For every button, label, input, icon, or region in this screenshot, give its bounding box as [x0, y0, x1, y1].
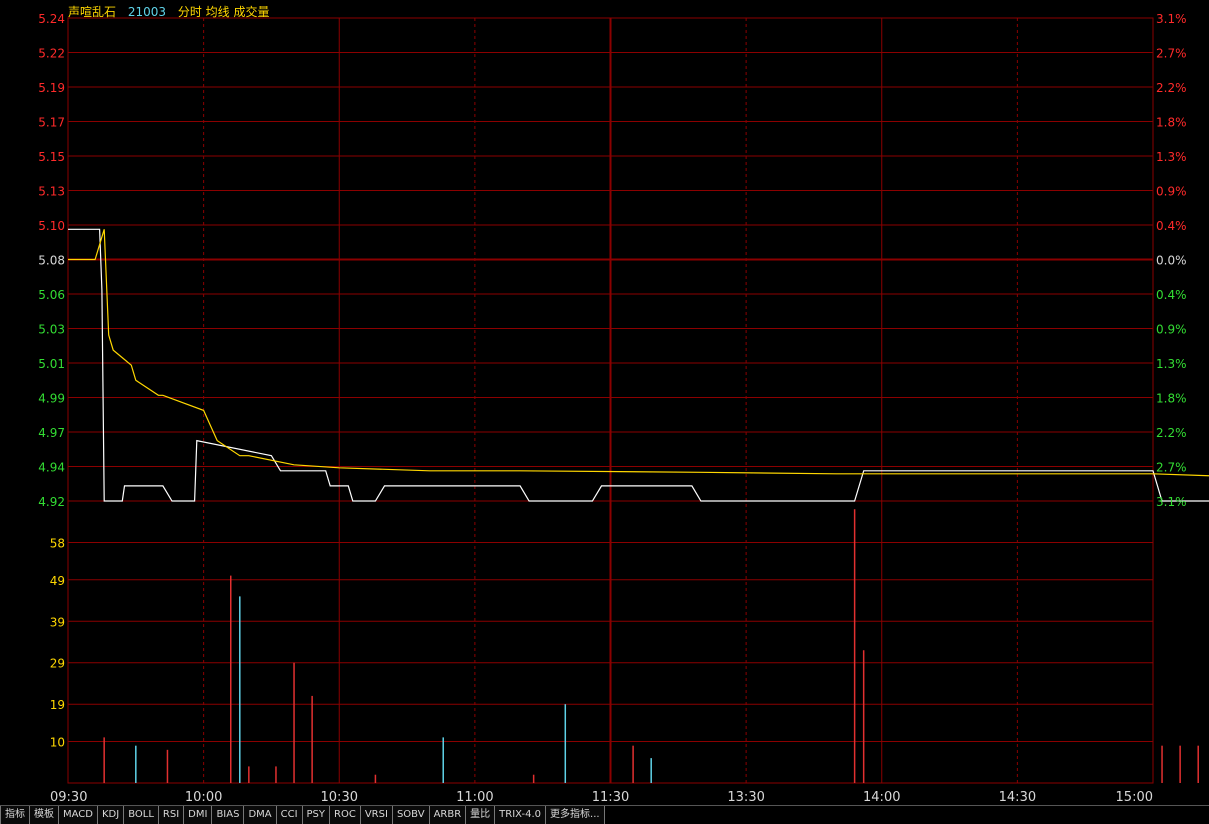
volume-tick-label: 29 — [50, 657, 65, 671]
price-tick-label: 5.17 — [38, 116, 65, 130]
change-tick-label: 3.1% — [1156, 12, 1187, 26]
price-tick-label: 5.13 — [38, 185, 65, 199]
volume-tick-label: 39 — [50, 615, 65, 629]
change-tick-label: 1.8% — [1156, 392, 1187, 406]
intraday-chart[interactable]: 5.24 3.1% 5.22 2.7% 5.19 2.2% 5.17 1.8% 5.15 1.3%… — [0, 0, 1209, 805]
time-tick-label: 15:00 — [1116, 790, 1153, 805]
price-tick-label: 5.03 — [38, 323, 65, 337]
tab-dma[interactable]: DMA — [244, 806, 277, 824]
indicator-tab-bar: 指标 模板 MACD KDJ BOLL RSI DMI BIAS DMA CCI… — [0, 805, 1209, 824]
tab-boll[interactable]: BOLL — [124, 806, 159, 824]
tab-bias[interactable]: BIAS — [212, 806, 245, 824]
change-tick-label: 0.9% — [1156, 185, 1187, 199]
time-tick-label: 14:30 — [999, 790, 1036, 805]
time-tick-label: 11:30 — [592, 790, 629, 805]
stock-code: 21003 — [127, 5, 167, 19]
price-tick-label: 5.24 — [38, 12, 65, 26]
tab-cci[interactable]: CCI — [276, 806, 303, 824]
tab-sobv[interactable]: SOBV — [392, 806, 430, 824]
tab-template[interactable]: 模板 — [30, 806, 59, 824]
tab-indicator[interactable]: 指标 — [0, 806, 30, 824]
volume-tick-label: 49 — [50, 574, 65, 588]
change-tick-label: 0.4% — [1156, 219, 1187, 233]
tab-roc[interactable]: ROC — [330, 806, 361, 824]
tab-macd[interactable]: MACD — [59, 806, 98, 824]
price-tick-label: 5.06 — [38, 288, 65, 302]
time-tick-label: 13:30 — [727, 790, 764, 805]
change-tick-label: 2.2% — [1156, 426, 1187, 440]
change-tick-label: 1.3% — [1156, 150, 1187, 164]
change-tick-label: 2.2% — [1156, 81, 1187, 95]
change-tick-label: 0.9% — [1156, 323, 1187, 337]
change-tick-label: 2.7% — [1156, 47, 1187, 61]
tab-dmi[interactable]: DMI — [184, 806, 213, 824]
change-tick-label: 3.1% — [1156, 495, 1187, 509]
price-tick-label: 4.97 — [38, 426, 65, 440]
tab-more-indicators[interactable]: 更多指标... — [546, 806, 605, 824]
time-tick-label: 14:00 — [863, 790, 900, 805]
price-tick-label: 5.19 — [38, 81, 65, 95]
price-tick-label: 5.08 — [38, 254, 65, 268]
price-tick-label: 5.15 — [38, 150, 65, 164]
change-tick-label: 2.7% — [1156, 461, 1187, 475]
tab-psy[interactable]: PSY — [302, 806, 331, 824]
change-tick-label: 0.0% — [1156, 254, 1187, 268]
chart-mode-label: 分时 均线 成交量 — [177, 5, 270, 19]
tab-kdj[interactable]: KDJ — [97, 806, 125, 824]
price-tick-label: 4.92 — [38, 495, 65, 509]
stock-name: 声喧乱石 — [68, 5, 117, 19]
price-tick-label: 4.99 — [38, 392, 65, 406]
time-tick-label: 10:00 — [185, 790, 222, 805]
change-tick-label: 1.3% — [1156, 357, 1187, 371]
time-tick-label: 09:30 — [50, 790, 87, 805]
change-tick-label: 0.4% — [1156, 288, 1187, 302]
volume-tick-label: 10 — [50, 736, 65, 750]
tab-volume-ratio[interactable]: 量比 — [466, 806, 496, 824]
price-tick-label: 4.94 — [38, 461, 65, 475]
chart-title-bar: 声喧乱石 21003 分时 均线 成交量 — [68, 3, 278, 20]
time-tick-label: 10:30 — [321, 790, 358, 805]
tab-trix[interactable]: TRIX-4.0 — [495, 806, 547, 824]
volume-tick-label: 19 — [50, 698, 65, 712]
price-tick-label: 5.10 — [38, 219, 65, 233]
change-tick-label: 1.8% — [1156, 116, 1187, 130]
price-tick-label: 5.01 — [38, 357, 65, 371]
time-tick-label: 11:00 — [456, 790, 493, 805]
volume-tick-label: 58 — [50, 536, 65, 550]
tab-vrsi[interactable]: VRSI — [360, 806, 393, 824]
price-tick-label: 5.22 — [38, 47, 65, 61]
tab-arbr[interactable]: ARBR — [429, 806, 467, 824]
tab-rsi[interactable]: RSI — [158, 806, 185, 824]
